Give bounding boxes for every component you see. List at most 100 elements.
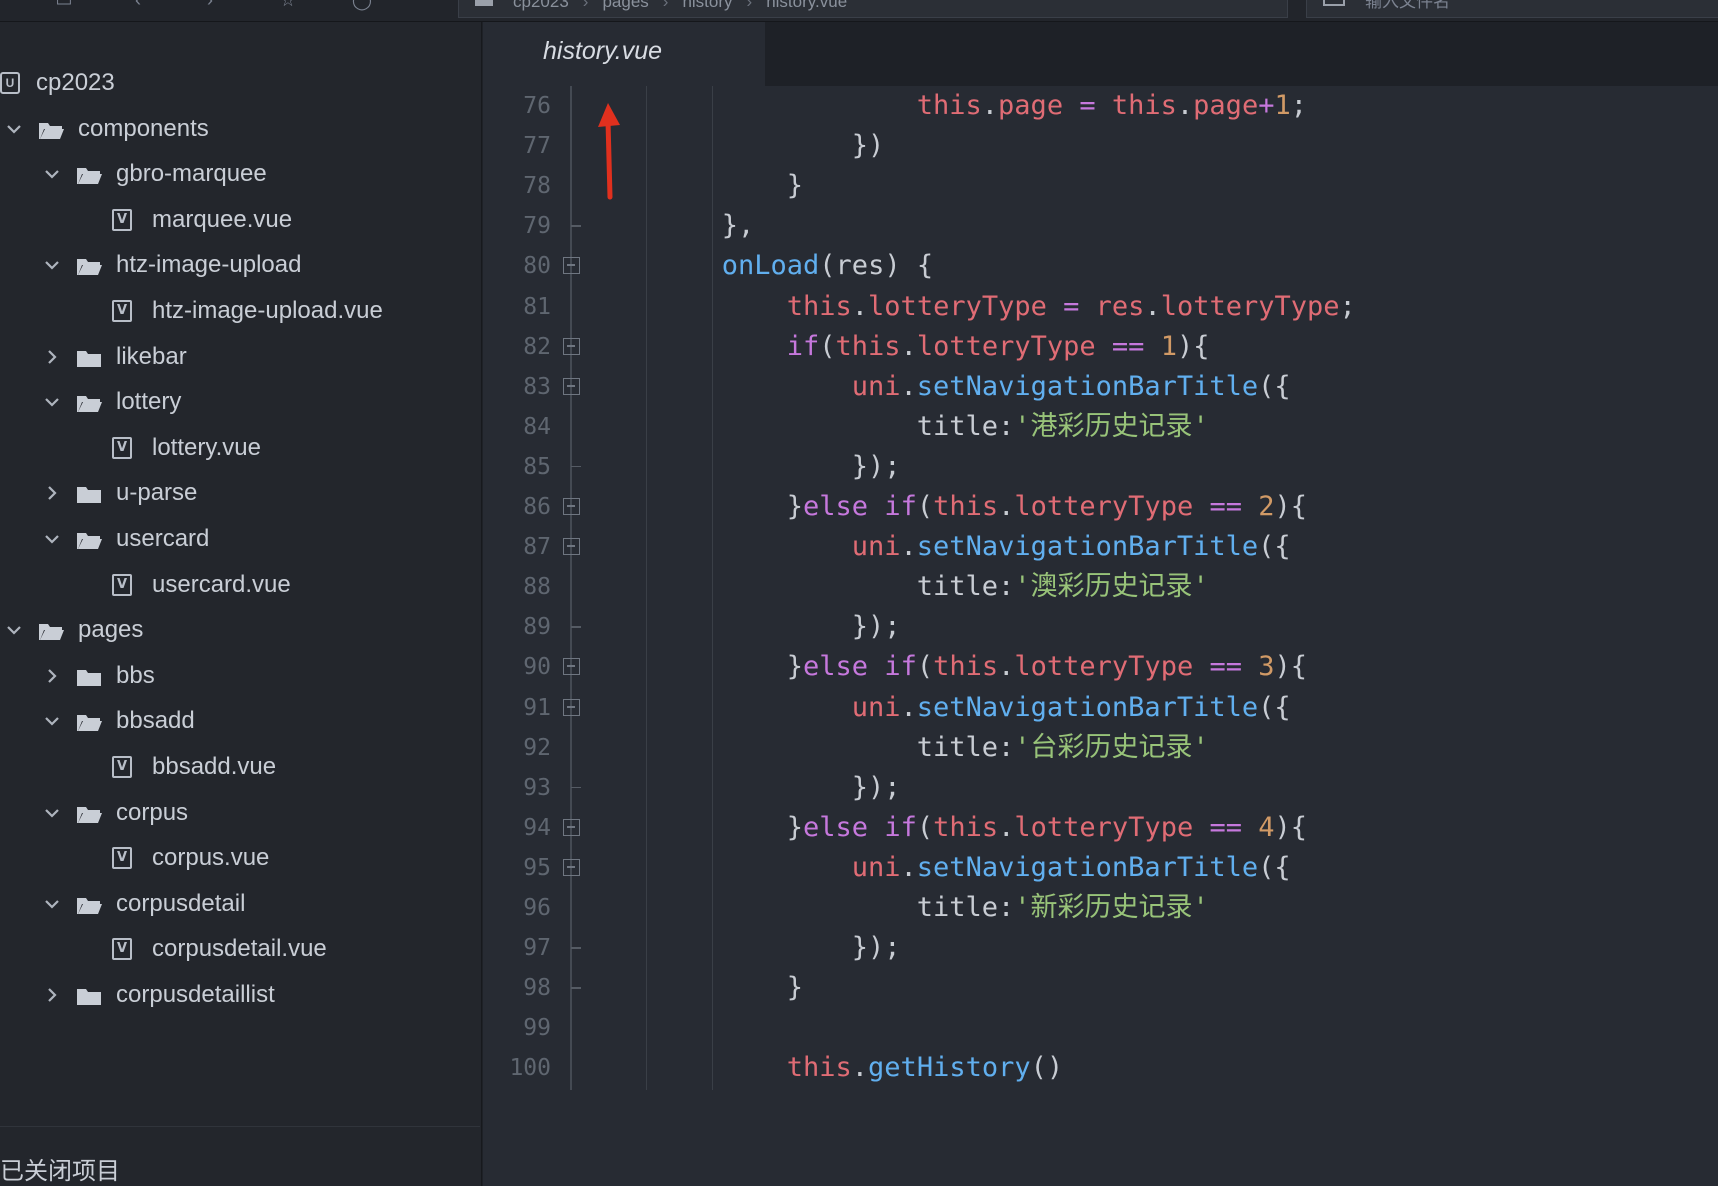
line-number: 80 <box>523 253 551 280</box>
code-token: this <box>933 811 999 843</box>
indent-guide <box>646 1006 647 1051</box>
chevron-right-icon[interactable] <box>40 345 64 369</box>
tree-folder-item[interactable]: corpusdetaillist <box>0 972 480 1018</box>
fold-collapse-icon[interactable] <box>563 538 580 556</box>
tree-file-item[interactable]: Vcorpusdetail.vue <box>0 926 480 972</box>
indent-guide <box>712 444 713 489</box>
chevron-right-icon[interactable] <box>40 664 64 688</box>
chevron-down-icon[interactable] <box>40 253 64 277</box>
code-token: } <box>786 170 804 202</box>
chevron-down-icon[interactable] <box>40 390 64 414</box>
tree-folder-item[interactable]: bbs <box>0 653 480 699</box>
chevron-down-icon[interactable] <box>40 709 64 733</box>
tree-file-item[interactable]: Vhtz-image-upload.vue <box>0 288 480 334</box>
vue-file-icon: V <box>112 938 132 961</box>
code-line: 85}); <box>483 444 1718 489</box>
fold-collapse-icon[interactable] <box>563 858 580 876</box>
tree-folder-item[interactable]: likebar <box>0 334 480 380</box>
code-token: . <box>851 1052 869 1084</box>
run-icon[interactable]: ◯ <box>350 0 374 9</box>
tree-folder-item[interactable]: gbro-marquee <box>0 151 480 197</box>
breadcrumb-project[interactable]: cp2023 <box>513 0 569 11</box>
code-token: lotteryType <box>1160 290 1340 322</box>
tree-folder-item[interactable]: u-parse <box>0 470 480 516</box>
save-icon[interactable]: ▭ <box>52 0 76 9</box>
tree-folder-item[interactable]: components <box>0 106 480 152</box>
breadcrumb-file[interactable]: history.vue <box>766 0 847 11</box>
chevron-down-icon[interactable] <box>40 162 64 186</box>
file-search-input[interactable]: 输入文件名 <box>1306 0 1718 18</box>
fold-collapse-icon[interactable] <box>563 818 580 836</box>
indent-guide <box>646 444 647 489</box>
fold-collapse-icon[interactable] <box>563 658 580 676</box>
closed-projects-section[interactable]: 已关闭项目 <box>0 1126 480 1186</box>
chevron-right-icon[interactable] <box>40 481 64 505</box>
fold-gutter-line <box>570 1006 572 1051</box>
folder-open-icon <box>76 894 102 914</box>
code-line: 79}, <box>483 204 1718 249</box>
indent-guide <box>712 725 713 770</box>
code-token: this <box>786 1052 852 1084</box>
tree-project-item[interactable]: Ucp2023 <box>0 60 480 106</box>
line-number: 89 <box>523 614 551 641</box>
tree-folder-item[interactable]: bbsadd <box>0 698 480 744</box>
breadcrumb[interactable]: cp2023 › pages › history › history.vue <box>458 0 1288 18</box>
chevron-down-icon[interactable] <box>2 117 26 141</box>
tree-item-label: cp2023 <box>36 69 115 96</box>
tree-file-item[interactable]: Vusercard.vue <box>0 562 480 608</box>
code-token: ; <box>1339 290 1356 322</box>
chevron-down-icon[interactable] <box>40 527 64 551</box>
code-line: 90}else if(this.lotteryType == 3){ <box>483 645 1718 690</box>
fold-gutter-line <box>570 565 572 610</box>
chevron-right-icon[interactable] <box>40 983 64 1007</box>
fold-collapse-icon[interactable] <box>563 257 580 275</box>
code-text: this.page = this.page+1; <box>917 86 1307 128</box>
code-token: lotteryType <box>916 330 1096 362</box>
code-token: ({ <box>1258 531 1291 563</box>
back-icon[interactable]: ‹ <box>126 0 150 9</box>
code-line: 99 <box>483 1006 1718 1051</box>
tree-folder-item[interactable]: htz-image-upload <box>0 242 480 288</box>
chevron-down-icon[interactable] <box>2 618 26 642</box>
tree-folder-item[interactable]: pages <box>0 607 480 653</box>
tree-file-item[interactable]: Vlottery.vue <box>0 425 480 471</box>
code-area[interactable]: 76 this.page = this.page+1; 77}) 78} 79}, 80 o… <box>483 86 1718 1186</box>
code-token: if <box>884 491 917 522</box>
tree-folder-item[interactable]: lottery <box>0 379 480 425</box>
tree-folder-item[interactable]: corpusdetail <box>0 881 480 927</box>
code-token: if <box>884 811 917 843</box>
indent-guide <box>646 805 647 850</box>
fold-collapse-icon[interactable] <box>563 377 580 395</box>
bookmark-icon[interactable]: ☆ <box>276 0 300 9</box>
tree-file-item[interactable]: Vbbsadd.vue <box>0 744 480 790</box>
fold-gutter-line <box>570 164 572 209</box>
indent-guide <box>646 485 647 529</box>
tree-file-item[interactable]: Vcorpus.vue <box>0 835 480 881</box>
breadcrumb-folder[interactable]: pages <box>602 0 648 11</box>
tab-history-vue[interactable]: history.vue <box>483 22 765 86</box>
breadcrumb-subfolder[interactable]: history <box>682 0 732 11</box>
fold-collapse-icon[interactable] <box>563 498 580 515</box>
code-token: . <box>998 491 1015 522</box>
code-token: == <box>1209 811 1242 843</box>
chevron-down-icon[interactable] <box>40 892 64 916</box>
tree-file-item[interactable]: Vmarquee.vue <box>0 197 480 243</box>
tree-folder-item[interactable]: corpus <box>0 790 480 836</box>
tree-folder-item[interactable]: usercard <box>0 516 480 562</box>
fold-collapse-icon[interactable] <box>563 337 580 355</box>
line-number: 96 <box>523 895 551 921</box>
code-token: else <box>803 491 869 522</box>
fold-collapse-icon[interactable] <box>563 698 580 716</box>
line-number: 91 <box>523 694 551 721</box>
code-token: setNavigationBarTitle <box>916 691 1259 723</box>
line-number: 88 <box>523 574 551 601</box>
chevron-down-icon[interactable] <box>40 801 64 825</box>
forward-icon[interactable]: › <box>198 0 222 9</box>
code-token: uni <box>851 531 901 563</box>
